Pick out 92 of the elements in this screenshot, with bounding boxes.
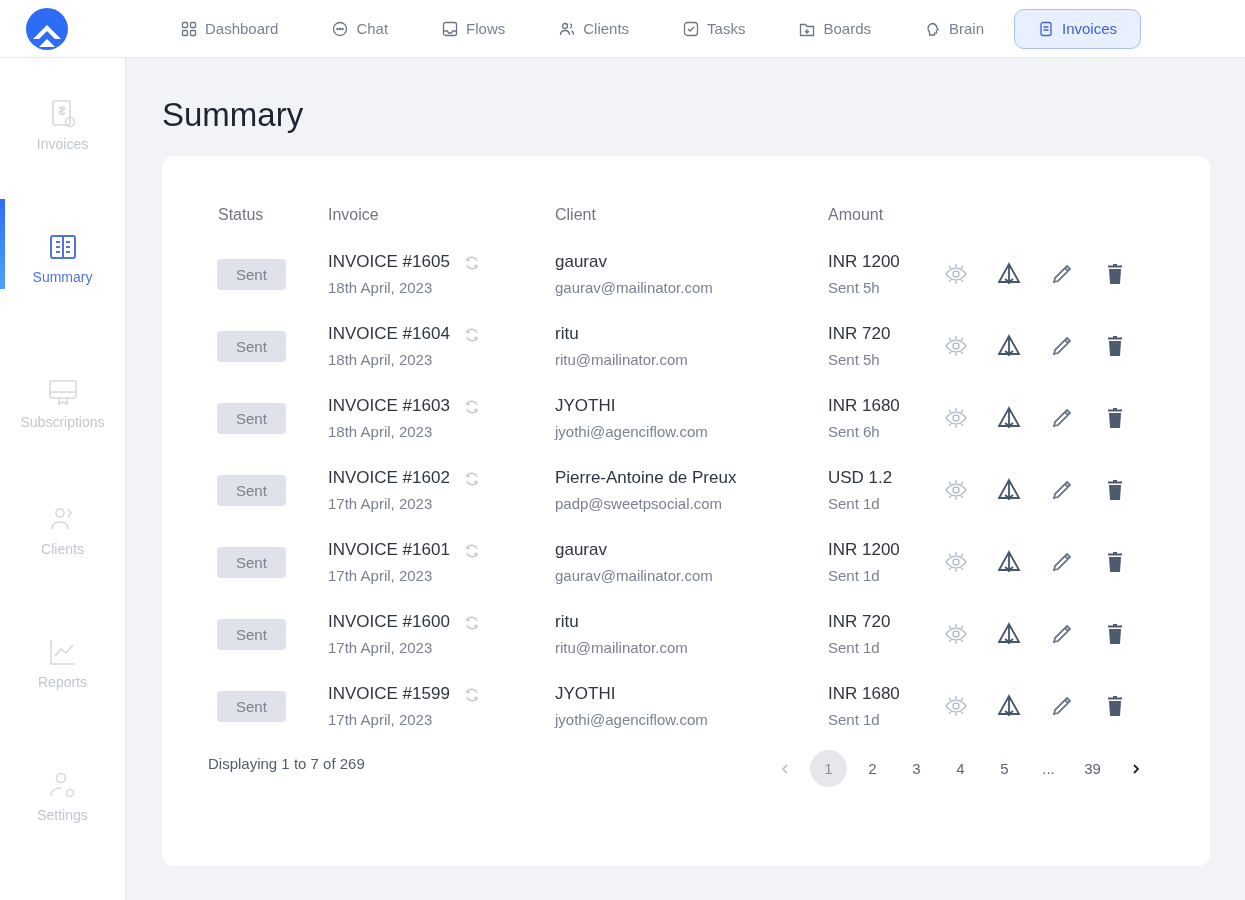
column-header: Amount (827, 206, 885, 224)
client-email: ritu@mailinator.com (555, 639, 689, 656)
pencil-icon[interactable] (1050, 334, 1074, 358)
grid-icon (181, 20, 197, 37)
status-badge: Sent (217, 402, 286, 434)
page-button[interactable]: 39 (1074, 750, 1111, 787)
invoice-number[interactable]: INVOICE #1600 (328, 612, 450, 632)
nav-tab[interactable]: Invoices (1014, 8, 1142, 49)
invoice-amount: INR 1680 (828, 396, 901, 416)
column-header: Client (554, 206, 597, 224)
invoice-amount: INR 720 (828, 612, 892, 632)
page-button[interactable]: ... (1030, 750, 1067, 787)
client-name: JYOTHI (555, 684, 617, 704)
pencil-icon[interactable] (1050, 622, 1074, 646)
invoice-date: 17th April, 2023 (328, 567, 434, 584)
invoice-number[interactable]: INVOICE #1604 (328, 324, 450, 344)
invoice-date: 18th April, 2023 (328, 279, 434, 296)
page-button[interactable]: 1 (810, 750, 847, 787)
status-badge: Sent (217, 258, 286, 290)
client-email: jyothi@agenciflow.com (555, 711, 709, 728)
invoice-amount: INR 1200 (828, 540, 901, 560)
nav-tab[interactable]: Flows (418, 8, 530, 49)
inbox-icon (442, 20, 459, 37)
status-badge: Sent (217, 618, 286, 650)
nav-tab[interactable]: Dashboard (157, 8, 303, 49)
client-name: ritu (555, 612, 580, 632)
page-button[interactable]: 3 (898, 750, 935, 787)
send-icon[interactable] (997, 550, 1021, 574)
client-email: padp@sweetpsocial.com (555, 495, 723, 512)
sent-time: Sent 5h (828, 279, 881, 296)
status-badge: Sent (217, 690, 286, 722)
invoice-number[interactable]: INVOICE #1605 (328, 252, 450, 272)
nav-tab[interactable]: Boards (775, 8, 895, 49)
invoice-number[interactable]: INVOICE #1599 (328, 684, 450, 704)
results-summary: Displaying 1 to 7 of 269 (208, 755, 365, 772)
sent-time: Sent 1d (828, 639, 881, 656)
client-email: jyothi@agenciflow.com (555, 423, 709, 440)
invoice-amount: USD 1.2 (828, 468, 894, 488)
status-badge: Sent (217, 546, 286, 578)
sent-time: Sent 1d (828, 567, 881, 584)
status-badge: Sent (217, 474, 286, 506)
checkbox-icon (683, 20, 700, 37)
status-badge: Sent (217, 330, 286, 362)
invoice-date: 17th April, 2023 (328, 711, 434, 728)
invoice-date: 17th April, 2023 (328, 639, 434, 656)
logo-icon (25, 6, 69, 51)
client-name: JYOTHI (555, 396, 617, 416)
nav-tab[interactable]: Chat (308, 8, 413, 49)
sent-time: Sent 6h (828, 423, 881, 440)
sent-time: Sent 5h (828, 351, 881, 368)
nav-tab[interactable]: Clients (535, 8, 654, 49)
invoice-amount: INR 1680 (828, 684, 901, 704)
sent-time: Sent 1d (828, 495, 881, 512)
invoice-date: 18th April, 2023 (328, 423, 434, 440)
pencil-icon[interactable] (1050, 694, 1074, 718)
column-header: Status (217, 206, 265, 224)
next-page-icon[interactable] (1130, 762, 1142, 775)
client-name: Pierre-Antoine de Preux (555, 468, 738, 488)
page-button[interactable]: 4 (942, 750, 979, 787)
pencil-icon[interactable] (1050, 478, 1074, 502)
invoice-number[interactable]: INVOICE #1601 (328, 540, 450, 560)
page-button[interactable]: 5 (986, 750, 1023, 787)
send-icon[interactable] (997, 622, 1021, 646)
nav-tab[interactable]: Tasks (659, 8, 770, 49)
chat-bubble-icon (332, 20, 349, 37)
invoice-amount: INR 1200 (828, 252, 901, 272)
invoice-date: 18th April, 2023 (328, 351, 434, 368)
pencil-icon[interactable] (1050, 406, 1074, 430)
pencil-icon[interactable] (1050, 550, 1074, 574)
document-icon (1038, 20, 1054, 37)
send-icon[interactable] (997, 478, 1021, 502)
invoice-amount: INR 720 (828, 324, 892, 344)
client-name: gaurav (555, 252, 608, 272)
users-icon (559, 20, 576, 37)
client-name: gaurav (555, 540, 608, 560)
nav-tab[interactable]: Brain (901, 8, 1008, 49)
send-icon[interactable] (997, 694, 1021, 718)
sent-time: Sent 1d (828, 711, 881, 728)
invoice-number[interactable]: INVOICE #1603 (328, 396, 450, 416)
client-email: gaurav@mailinator.com (555, 279, 714, 296)
client-email: ritu@mailinator.com (555, 351, 689, 368)
client-email: gaurav@mailinator.com (555, 567, 714, 584)
invoice-date: 17th April, 2023 (328, 495, 434, 512)
invoice-number[interactable]: INVOICE #1602 (328, 468, 450, 488)
client-name: ritu (555, 324, 580, 344)
send-icon[interactable] (997, 406, 1021, 430)
page-title: Summary (162, 96, 305, 134)
column-header: Invoice (327, 206, 380, 224)
pencil-icon[interactable] (1050, 262, 1074, 286)
page-button[interactable]: 2 (854, 750, 891, 787)
send-icon[interactable] (997, 262, 1021, 286)
send-icon[interactable] (997, 334, 1021, 358)
